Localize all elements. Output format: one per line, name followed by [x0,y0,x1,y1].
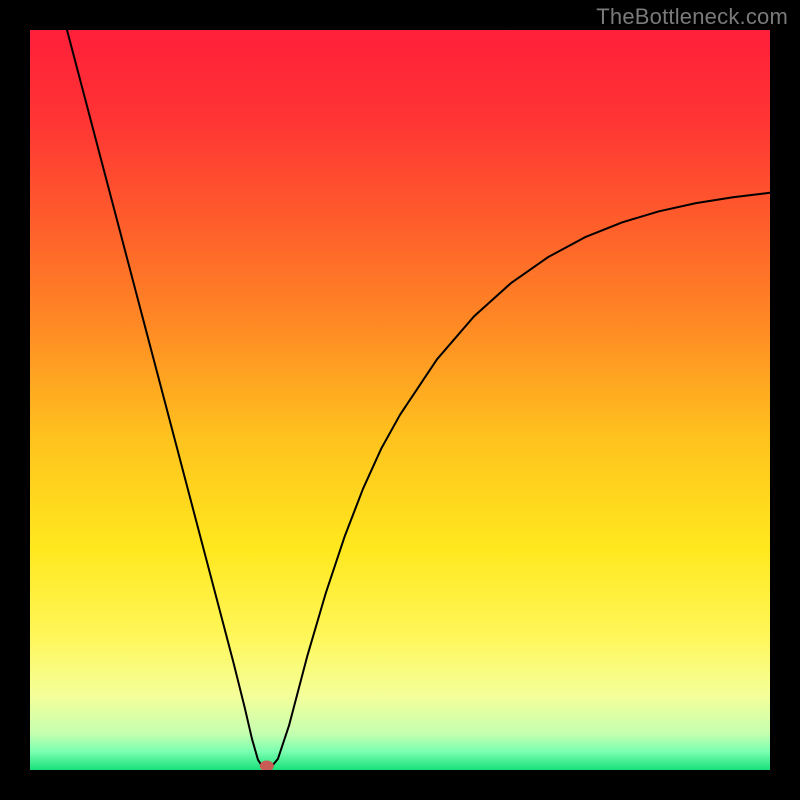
gradient-background [30,30,770,770]
chart-svg [30,30,770,770]
watermark-text: TheBottleneck.com [596,4,788,30]
plot-area [30,30,770,770]
chart-frame: TheBottleneck.com [0,0,800,800]
